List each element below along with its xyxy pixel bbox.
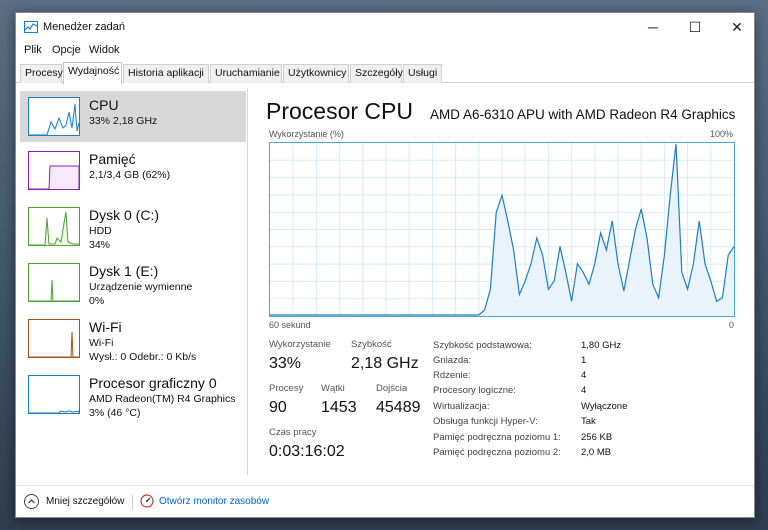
close-button[interactable]: ✕ — [718, 13, 756, 41]
graph-time-label: 60 sekund — [269, 320, 311, 330]
sidebar-item-detail: AMD Radeon(TM) R4 Graphics — [89, 393, 236, 405]
menu-view[interactable]: Widok — [89, 44, 120, 56]
usage-value: 33% — [269, 355, 302, 372]
handles-value: 45489 — [376, 399, 421, 416]
sidebar-item-title: Dysk 0 (C:) — [89, 207, 159, 223]
spec-hyperv-value: Tak — [581, 416, 596, 427]
minimize-icon: ─ — [648, 19, 658, 35]
spec-base-speed-label: Szybkość podstawowa: — [433, 340, 532, 351]
menu-bar: Plik Opcje Widok — [16, 41, 754, 61]
tab-services[interactable]: Usługi — [403, 64, 442, 83]
disk-1-thumbnail-graph — [28, 263, 80, 302]
sidebar-item-gpu[interactable]: Procesor graficzny 0 AMD Radeon(TM) R4 G… — [20, 369, 246, 423]
fewer-details-link[interactable]: Mniej szczegółów — [46, 496, 124, 507]
memory-thumbnail-graph — [28, 151, 80, 190]
sidebar-item-title: Wi-Fi — [89, 319, 122, 335]
spec-cores-label: Rdzenie: — [433, 370, 471, 381]
uptime-value: 0:03:16:02 — [269, 443, 345, 460]
task-manager-window: Menedżer zadań ─ ☐ ✕ Plik Opcje Widok Pr… — [15, 12, 755, 518]
threads-value: 1453 — [321, 399, 357, 416]
cpu-thumbnail-graph — [28, 97, 80, 136]
page-title: Procesor CPU — [266, 98, 413, 124]
uptime-label: Czas pracy — [269, 427, 317, 438]
spec-hyperv-label: Obsługa funkcji Hyper-V: — [433, 416, 538, 427]
resource-sidebar: CPU 33% 2,18 GHz Pamięć 2,1/3,4 GB (62%)… — [20, 89, 246, 479]
cpu-usage-graph — [269, 142, 735, 317]
tab-app-history[interactable]: Historia aplikacji — [123, 64, 209, 83]
spec-l1-cache-label: Pamięć podręczna poziomu 1: — [433, 432, 561, 443]
sidebar-item-detail: HDD — [89, 225, 112, 237]
disk-0-thumbnail-graph — [28, 207, 80, 246]
spec-l2-cache-label: Pamięć podręczna poziomu 2: — [433, 447, 561, 458]
task-manager-app-icon — [24, 21, 38, 33]
sidebar-item-detail: 3% (46 °C) — [89, 407, 141, 419]
graph-y-label: Wykorzystanie (%) — [269, 129, 344, 139]
sidebar-item-detail: 0% — [89, 295, 105, 307]
graph-max-label: 100% — [710, 129, 734, 139]
footer-separator — [132, 495, 133, 509]
sidebar-item-disk-0[interactable]: Dysk 0 (C:) HDD 34% — [20, 201, 246, 255]
spec-cores-value: 4 — [581, 370, 587, 381]
graph-min-label: 0 — [729, 320, 735, 330]
sidebar-item-title: Procesor graficzny 0 — [89, 375, 217, 391]
wifi-thumbnail-graph — [28, 319, 80, 358]
close-icon: ✕ — [731, 18, 743, 35]
cpu-model-name: AMD A6-6310 APU with AMD Radeon R4 Graph… — [430, 107, 736, 122]
menu-options[interactable]: Opcje — [52, 44, 81, 56]
cpu-usage-graph-svg — [270, 143, 734, 316]
open-resource-monitor-link[interactable]: Otwórz monitor zasobów — [159, 496, 269, 507]
spec-l1-cache-value: 256 KB — [581, 432, 613, 443]
spec-virtualization-value: Wyłączone — [581, 401, 628, 412]
processes-label: Procesy — [269, 383, 304, 394]
minimize-button[interactable]: ─ — [634, 13, 672, 41]
menu-file[interactable]: Plik — [24, 44, 42, 56]
sidebar-item-wifi[interactable]: Wi-Fi Wi-Fi Wysł.: 0 Odebr.: 0 Kb/s — [20, 313, 246, 367]
sidebar-item-detail: Urządzenie wymienne — [89, 281, 193, 293]
spec-logical-value: 4 — [581, 385, 587, 396]
spec-sockets-value: 1 — [581, 355, 587, 366]
maximize-button[interactable]: ☐ — [676, 13, 714, 41]
sidebar-item-title: Dysk 1 (E:) — [89, 263, 159, 279]
title-bar[interactable]: Menedżer zadań ─ ☐ ✕ — [16, 13, 754, 41]
sidebar-item-detail: 33% 2,18 GHz — [89, 115, 158, 127]
maximize-icon: ☐ — [688, 18, 702, 35]
spec-base-speed-value: 1,80 GHz — [581, 340, 622, 351]
spec-logical-label: Procesory logiczne: — [433, 385, 516, 396]
gpu-thumbnail-graph — [28, 375, 80, 414]
spec-virtualization-label: Wirtualizacja: — [433, 401, 490, 412]
resource-monitor-icon[interactable] — [140, 494, 154, 508]
chevron-up-icon[interactable] — [24, 494, 39, 509]
threads-label: Wątki — [321, 383, 345, 394]
tab-users[interactable]: Użytkownicy — [283, 64, 349, 83]
tab-processes[interactable]: Procesy — [20, 64, 63, 83]
processes-value: 90 — [269, 399, 287, 416]
tab-details[interactable]: Szczegóły — [350, 64, 403, 83]
sidebar-item-detail: 2,1/3,4 GB (62%) — [89, 169, 171, 181]
speed-value: 2,18 GHz — [351, 355, 419, 372]
spec-l2-cache-value: 2,0 MB — [581, 447, 612, 458]
sidebar-item-detail: Wi-Fi — [89, 337, 114, 349]
tab-startup[interactable]: Uruchamianie — [210, 64, 282, 83]
sidebar-divider — [247, 89, 248, 475]
sidebar-item-title: CPU — [89, 97, 119, 113]
speed-label: Szybkość — [351, 339, 392, 350]
usage-label: Wykorzystanie — [269, 339, 331, 350]
sidebar-item-title: Pamięć — [89, 151, 136, 167]
sidebar-item-disk-1[interactable]: Dysk 1 (E:) Urządzenie wymienne 0% — [20, 257, 246, 311]
tab-performance[interactable]: Wydajność — [63, 62, 122, 84]
tab-bar: Procesy Wydajność Historia aplikacji Uru… — [16, 61, 754, 84]
sidebar-item-memory[interactable]: Pamięć 2,1/3,4 GB (62%) — [20, 145, 246, 199]
sidebar-item-detail: Wysł.: 0 Odebr.: 0 Kb/s — [89, 351, 197, 363]
window-title: Menedżer zadań — [43, 21, 125, 33]
handles-label: Dojścia — [376, 383, 408, 394]
footer-bar: Mniej szczegółów Otwórz monitor zasobów — [16, 485, 754, 519]
sidebar-item-cpu[interactable]: CPU 33% 2,18 GHz — [20, 91, 246, 142]
sidebar-item-detail: 34% — [89, 239, 111, 251]
spec-sockets-label: Gniazda: — [433, 355, 472, 366]
